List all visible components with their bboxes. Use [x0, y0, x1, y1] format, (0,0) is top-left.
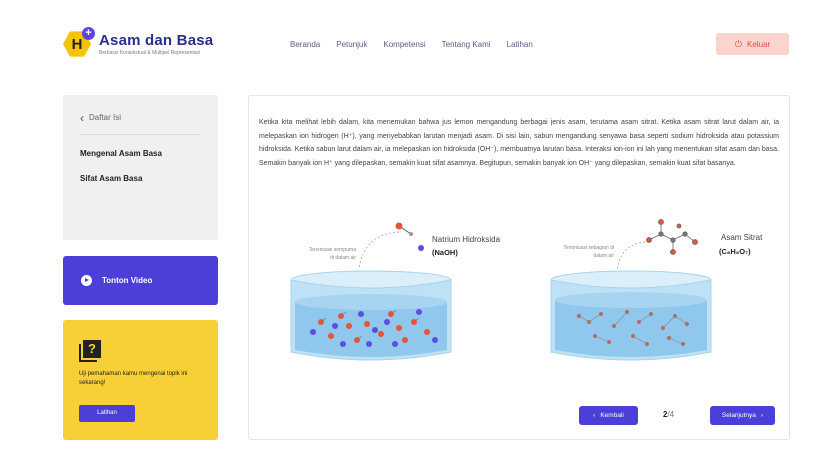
citric-acid-note-line1: Terionisasi sebagian di	[563, 245, 614, 251]
toc-back-label: Daftar Isi	[89, 113, 122, 122]
content-card: Ketika kita melihat lebih dalam, kita me…	[248, 95, 790, 440]
toc-item-mengenal-asam-basa[interactable]: Mengenal Asam Basa	[80, 149, 201, 158]
citric-acid-formula: (C₆H₈O₇)	[719, 247, 751, 256]
logout-button[interactable]: ⏻ Keluar	[716, 33, 789, 55]
chevron-left-icon: ‹	[80, 110, 84, 125]
chevron-left-icon: ‹	[593, 412, 596, 419]
citric-acid-molecule-icon	[646, 219, 698, 255]
naoh-note-line2: di dalam air	[330, 255, 356, 261]
naoh-formula: (NaOH)	[432, 248, 458, 257]
quiz-start-button[interactable]: Latihan	[79, 405, 135, 422]
naoh-note-line1: Terionisasi sempurna	[309, 247, 356, 253]
logout-label: Keluar	[747, 39, 771, 49]
previous-button[interactable]: ‹ Kembali	[579, 406, 638, 425]
previous-label: Kembali	[600, 412, 624, 419]
chevron-right-icon: ›	[760, 412, 764, 419]
top-nav: Beranda Petunjuk Kompetensi Tentang Kami…	[290, 40, 549, 49]
header: H Asam dan Basa Berbasis Kontekstual & M…	[0, 0, 831, 80]
nav-item-tentang-kami[interactable]: Tentang Kami	[442, 40, 491, 49]
watch-video-label: Tonton Video	[102, 276, 153, 285]
question-book-icon: ?	[79, 340, 101, 362]
power-icon: ⏻	[734, 38, 742, 49]
naoh-molecule-icon	[395, 222, 424, 251]
nav-item-kompetensi[interactable]: Kompetensi	[383, 40, 425, 49]
plus-badge-icon: +	[82, 27, 95, 40]
total-pages: /4	[667, 410, 675, 419]
citric-acid-note-line2: dalam air	[593, 253, 614, 259]
naoh-beaker	[290, 270, 452, 361]
quiz-card: ? Uji pemahaman kamu mengenai topik ini …	[63, 320, 218, 440]
app-title: Asam dan Basa	[99, 32, 214, 49]
citric-acid-title: Asam Sitrat	[721, 233, 763, 242]
app-subtitle: Berbasis Kontekstual & Multipel Represen…	[99, 50, 201, 56]
next-label: Selanjutnya	[721, 412, 756, 419]
watch-video-button[interactable]: Tonton Video	[63, 256, 218, 305]
logo-letter: H	[71, 35, 83, 53]
citric-acid-beaker	[550, 270, 712, 361]
pagination: ‹ Kembali 2/4 Selanjutnya ›	[579, 406, 779, 426]
naoh-title: Natrium Hidroksida	[432, 235, 501, 244]
toc-back-link[interactable]: ‹ Daftar Isi	[80, 110, 201, 135]
toc-item-sifat-asam-basa[interactable]: Sifat Asam Basa	[80, 174, 201, 183]
quiz-prompt: Uji pemahaman kamu mengenai topik ini se…	[79, 371, 188, 386]
table-of-contents: ‹ Daftar Isi Mengenal Asam Basa Sifat As…	[63, 95, 218, 240]
content-paragraph: Ketika kita melihat lebih dalam, kita me…	[259, 119, 779, 167]
nav-item-petunjuk[interactable]: Petunjuk	[336, 40, 367, 49]
play-icon	[81, 275, 92, 286]
page-indicator: 2/4	[663, 410, 674, 419]
nav-item-beranda[interactable]: Beranda	[290, 40, 320, 49]
nav-item-latihan[interactable]: Latihan	[507, 40, 533, 49]
next-button[interactable]: Selanjutnya ›	[710, 406, 775, 425]
ionization-illustration: Natrium Hidroksida (NaOH) Terionisasi se…	[290, 219, 763, 361]
